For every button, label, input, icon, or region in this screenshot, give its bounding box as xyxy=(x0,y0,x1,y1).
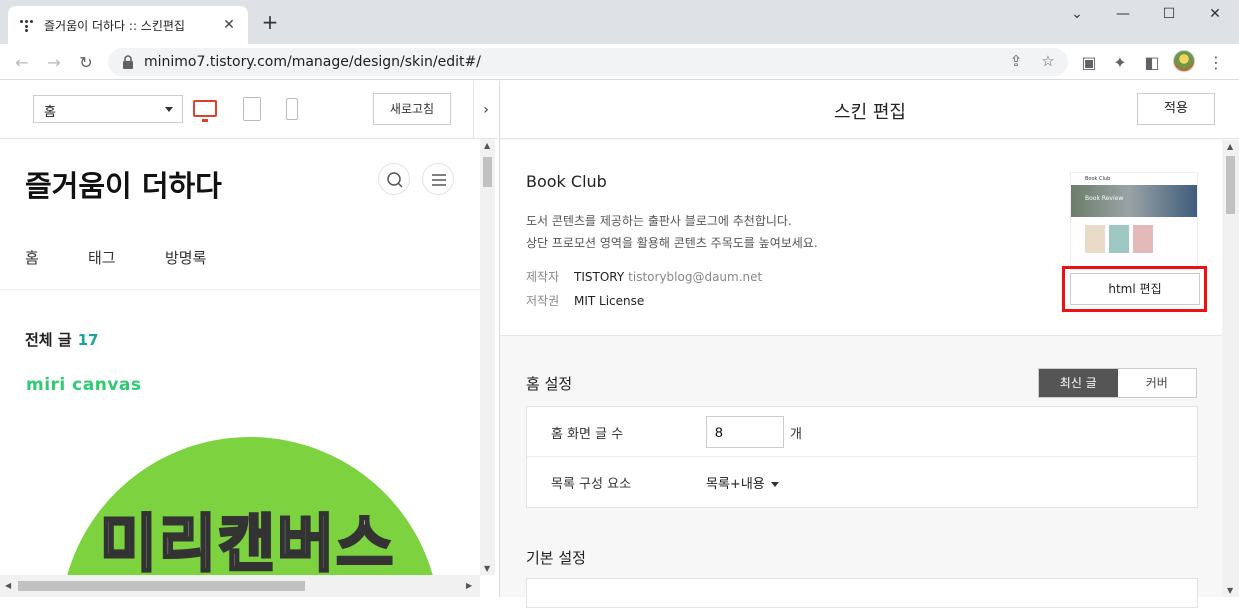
skin-maker: 제작자 TISTORY tistoryblog@daum.net xyxy=(526,268,762,285)
url-text: minimo7.tistory.com/manage/design/skin/e… xyxy=(144,54,481,70)
caret-down-icon xyxy=(770,482,779,487)
tistory-favicon-icon xyxy=(18,17,34,33)
divider xyxy=(0,289,480,290)
blog-nav-tag[interactable]: 태그 xyxy=(88,247,116,268)
tab-search-icon[interactable]: ⌄ xyxy=(1067,6,1087,22)
list-elements-value: 목록+내용 xyxy=(706,477,765,492)
thumbnail-header-text: Book Club xyxy=(1085,176,1111,182)
media-router-icon[interactable]: ▣ xyxy=(1077,50,1101,74)
collapse-chevron-icon[interactable]: › xyxy=(473,81,498,139)
page-select-value: 홈 xyxy=(44,105,56,120)
tab-close-icon[interactable]: ✕ xyxy=(220,17,238,33)
page-select[interactable]: 홈 xyxy=(33,95,183,123)
tablet-view-icon[interactable] xyxy=(243,97,261,121)
maker-name: TISTORY xyxy=(574,270,625,284)
list-elements-label: 목록 구성 요소 xyxy=(551,477,632,492)
scrollbar-thumb[interactable] xyxy=(483,157,492,187)
preview-toolbar: 홈 새로고침 › xyxy=(0,81,498,139)
tab-title: 즐거움이 더하다 :: 스킨편집 xyxy=(44,18,185,33)
post-count-row: 홈 화면 글 수 개 xyxy=(527,407,1197,457)
thumbnail-card xyxy=(1109,225,1129,253)
total-posts-count: 17 xyxy=(77,331,99,349)
thumbnail-card xyxy=(1085,225,1105,253)
preview-pane: 홈 새로고침 › 즐거움이 더하다 홈 태그 방명록 전체 글 17 miri c… xyxy=(0,81,498,597)
minimize-button[interactable]: — xyxy=(1113,6,1133,22)
blog-nav-guestbook[interactable]: 방명록 xyxy=(165,247,206,268)
total-posts-label: 전체 글 xyxy=(25,331,72,349)
blog-nav-home[interactable]: 홈 xyxy=(25,247,39,268)
list-elements-row: 목록 구성 요소 목록+내용 xyxy=(527,457,1197,507)
banner-text: 미리캔버스 xyxy=(98,506,396,576)
reload-icon[interactable]: ↻ xyxy=(74,50,98,74)
skin-license: 저작권 MIT License xyxy=(526,292,644,309)
maker-email: tistoryblog@daum.net xyxy=(628,270,763,284)
blog-title[interactable]: 즐거움이 더하다 xyxy=(25,163,222,205)
basic-settings-title: 기본 설정 xyxy=(526,549,586,567)
bookmark-star-icon[interactable]: ☆ xyxy=(1038,52,1058,72)
mobile-view-icon[interactable] xyxy=(286,98,298,120)
list-elements-dropdown[interactable]: 목록+내용 xyxy=(706,473,779,492)
back-arrow-icon[interactable]: ← xyxy=(10,50,34,74)
post-count-label: 홈 화면 글 수 xyxy=(551,427,624,442)
browser-tab[interactable]: 즐거움이 더하다 :: 스킨편집 ✕ xyxy=(8,6,248,44)
browser-toolbar: ← → ↻ minimo7.tistory.com/manage/design/… xyxy=(0,44,1239,80)
highlight-annotation xyxy=(1062,266,1207,312)
apply-button[interactable]: 적용 xyxy=(1137,93,1215,125)
page-title: 스킨 편집 xyxy=(834,102,906,123)
skin-description-line2: 상단 프로모션 영역을 활용해 콘텐츠 주목도를 높여보세요. xyxy=(526,236,818,250)
basic-settings-panel xyxy=(526,578,1198,608)
refresh-button[interactable]: 새로고침 xyxy=(373,93,451,125)
skin-thumbnail: Book Club Book Review xyxy=(1070,172,1198,270)
post-count-unit: 개 xyxy=(790,427,802,442)
miricanvas-logo: miri canvas xyxy=(26,375,142,395)
forward-arrow-icon[interactable]: → xyxy=(42,50,66,74)
scrollbar-thumb[interactable] xyxy=(1226,156,1235,214)
preview-vertical-scrollbar[interactable]: ▲ ▼ xyxy=(480,139,495,575)
home-settings-panel: 홈 화면 글 수 개 목록 구성 요소 목록+내용 xyxy=(526,406,1198,508)
editor-header: 스킨 편집 적용 xyxy=(500,81,1239,139)
home-settings-title: 홈 설정 xyxy=(526,375,573,393)
thumbnail-card xyxy=(1133,225,1153,253)
skin-name: Book Club xyxy=(526,172,607,191)
thumbnail-hero-text: Book Review xyxy=(1085,195,1124,202)
address-bar[interactable]: minimo7.tistory.com/manage/design/skin/e… xyxy=(108,48,1068,76)
skin-description-line1: 도서 콘텐츠를 제공하는 출판사 블로그에 추천합니다. xyxy=(526,214,792,228)
tab-strip: 즐거움이 더하다 :: 스킨편집 ✕ + ⌄ — ☐ ✕ xyxy=(0,0,1239,44)
extensions-puzzle-icon[interactable]: ✦ xyxy=(1108,50,1132,74)
close-window-button[interactable]: ✕ xyxy=(1205,6,1225,22)
desktop-view-icon[interactable] xyxy=(193,100,217,122)
profile-avatar[interactable] xyxy=(1173,50,1195,72)
search-icon[interactable] xyxy=(378,163,410,195)
skin-description: 도서 콘텐츠를 제공하는 출판사 블로그에 추천합니다. 상단 프로모션 영역을… xyxy=(526,210,818,254)
skin-info-card: Book Club 도서 콘텐츠를 제공하는 출판사 블로그에 추천합니다. 상… xyxy=(500,140,1222,336)
blog-preview: 즐거움이 더하다 홈 태그 방명록 전체 글 17 miri canvas 미리캔… xyxy=(0,139,480,575)
maker-label: 제작자 xyxy=(526,270,560,284)
scrollbar-thumb[interactable] xyxy=(18,581,305,591)
home-mode-toggle: 최신 글 커버 xyxy=(1038,368,1197,398)
post-banner-image[interactable]: 미리캔버스 xyxy=(60,437,440,575)
menu-hamburger-icon[interactable] xyxy=(422,163,454,195)
total-posts[interactable]: 전체 글 17 xyxy=(25,329,99,350)
caret-down-icon xyxy=(165,107,173,112)
tab-latest-posts[interactable]: 최신 글 xyxy=(1039,369,1118,397)
license-value: MIT License xyxy=(574,294,645,308)
maximize-button[interactable]: ☐ xyxy=(1159,6,1179,22)
lock-icon xyxy=(123,55,133,69)
new-tab-button[interactable]: + xyxy=(260,12,280,32)
editor-vertical-scrollbar[interactable]: ▲ ▼ xyxy=(1222,140,1239,597)
post-count-input[interactable] xyxy=(706,416,784,448)
skin-editor-pane: 스킨 편집 적용 Book Club 도서 콘텐츠를 제공하는 출판사 블로그에… xyxy=(499,81,1239,608)
license-label: 저작권 xyxy=(526,294,560,308)
chrome-menu-icon[interactable]: ⋮ xyxy=(1204,50,1228,74)
preview-horizontal-scrollbar[interactable]: ◀ ▶ xyxy=(0,575,480,597)
side-panel-icon[interactable]: ◧ xyxy=(1140,50,1164,74)
tab-cover[interactable]: 커버 xyxy=(1118,369,1197,397)
share-icon[interactable]: ⇪ xyxy=(1006,52,1026,72)
